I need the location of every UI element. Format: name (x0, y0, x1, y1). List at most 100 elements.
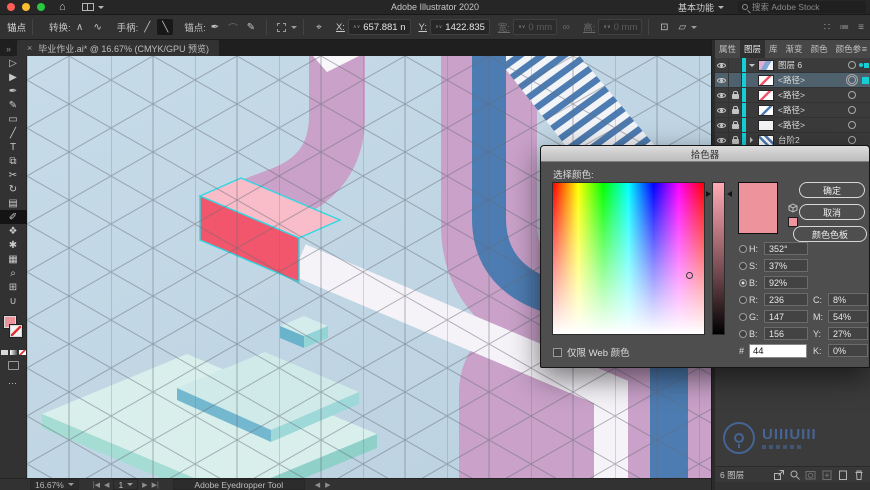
artboard-number-dropdown[interactable]: 1 (113, 479, 139, 490)
x-label[interactable]: X: (336, 22, 345, 33)
h-radio[interactable] (739, 244, 747, 253)
graph-tool[interactable]: ▦ (0, 252, 27, 266)
next-status-button[interactable]: ▶ (325, 481, 330, 489)
tab-properties[interactable]: 属性 (715, 40, 740, 58)
x-field[interactable]: ∧∨ 657.881 n (347, 19, 411, 35)
reference-point-icon[interactable]: ⌖ (311, 19, 327, 35)
b-value-field[interactable]: 92% (764, 276, 808, 289)
target-circle[interactable] (848, 61, 856, 69)
locate-object-icon[interactable] (789, 469, 801, 481)
first-artboard-button[interactable]: |◀ (93, 481, 100, 489)
layer-row[interactable]: <路径> (715, 118, 870, 133)
close-tab-icon[interactable]: × (27, 43, 32, 53)
isolate-selection-button[interactable] (274, 19, 290, 35)
tab-gradient[interactable]: 渐变 (782, 40, 807, 58)
y-label[interactable]: Y: (419, 22, 427, 33)
s-value-field[interactable]: 37% (764, 259, 808, 272)
lock-toggle[interactable] (729, 118, 742, 132)
layer-name[interactable]: <路径> (778, 104, 848, 116)
direct-selection-tool[interactable]: ▷ (0, 56, 27, 70)
lock-toggle[interactable] (729, 58, 742, 72)
make-mask-icon[interactable] (805, 469, 817, 481)
none-button[interactable] (18, 350, 26, 355)
y-value-field[interactable]: 27% (828, 327, 868, 340)
transform-button[interactable]: ⊡ (656, 19, 672, 35)
zoom-tool[interactable]: ⌕ (0, 266, 27, 280)
workspace-switcher[interactable]: 基本功能 (678, 1, 724, 14)
layer-name[interactable]: <路径> (778, 89, 848, 101)
visibility-toggle[interactable] (715, 118, 729, 132)
color-field-marker[interactable] (686, 272, 693, 279)
r-radio[interactable] (739, 295, 747, 304)
selection-tool[interactable]: ▶ (0, 70, 27, 84)
convert-smooth-button[interactable]: ∿ (90, 19, 106, 35)
search-input[interactable] (752, 2, 862, 12)
grid-options-icon[interactable]: ∷ (824, 22, 830, 33)
pencil-tool[interactable]: ╱ (0, 126, 27, 140)
stepper-icon[interactable]: ∧∨ (435, 25, 442, 30)
zoom-level-dropdown[interactable]: 16.67% (30, 479, 79, 490)
r-value-field[interactable]: 236 (764, 293, 808, 306)
cut-path-button[interactable]: ✎ (243, 19, 259, 35)
prev-artboard-button[interactable]: ◀ (104, 481, 109, 489)
free-transform-tool[interactable]: ⧉ (0, 154, 27, 168)
shear-button[interactable]: ▱ (674, 19, 690, 35)
y-field[interactable]: ∧∨ 1422.835 (429, 19, 490, 35)
pen-tool[interactable]: ✒ (0, 84, 27, 98)
link-dimensions-icon[interactable]: ∞ (558, 19, 574, 35)
tools-collapse-icon[interactable]: » (6, 44, 11, 54)
eyedropper-tool[interactable]: ✐ (0, 210, 27, 224)
g-radio[interactable] (739, 312, 747, 321)
b2-radio[interactable] (739, 329, 747, 338)
dialog-titlebar[interactable]: 拾色器 (541, 146, 869, 162)
layer-name[interactable]: <路径> (778, 119, 848, 131)
tab-layers[interactable]: 图层 (740, 40, 766, 58)
target-circle[interactable] (848, 136, 856, 144)
c-value-field[interactable]: 8% (828, 293, 868, 306)
artboard-tool[interactable]: ⊞ (0, 280, 27, 294)
expand-toggle[interactable] (746, 61, 757, 70)
scissors-tool[interactable]: ✂ (0, 168, 27, 182)
gradient-tool[interactable]: ▤ (0, 196, 27, 210)
last-artboard-button[interactable]: ▶| (152, 481, 159, 489)
next-artboard-button[interactable]: ▶ (142, 481, 147, 489)
b2-value-field[interactable]: 156 (764, 327, 808, 340)
visibility-toggle[interactable] (715, 88, 729, 102)
cancel-button[interactable]: 取消 (799, 204, 865, 220)
k-value-field[interactable]: 0% (828, 344, 868, 357)
target-circle[interactable] (848, 121, 856, 129)
stroke-swatch[interactable] (9, 325, 22, 337)
slider-arrow-left-icon[interactable] (706, 191, 711, 197)
hide-handles-button[interactable]: ╲ (157, 19, 174, 35)
h-value-field[interactable]: 352° (764, 242, 808, 255)
curvature-tool[interactable]: ✎ (0, 98, 27, 112)
slider-arrow-right-icon[interactable] (727, 191, 732, 197)
lock-toggle[interactable] (729, 88, 742, 102)
color-field[interactable] (552, 182, 705, 335)
m-value-field[interactable]: 54% (828, 310, 868, 323)
stepper-icon[interactable]: ∧∨ (353, 25, 360, 30)
tab-libraries[interactable]: 库 (765, 40, 782, 58)
b-radio[interactable] (739, 278, 747, 287)
layer-row[interactable]: <路径> (715, 103, 870, 118)
type-tool[interactable]: T (0, 140, 27, 154)
layer-name[interactable]: <路径> (778, 74, 848, 86)
new-sublayer-icon[interactable] (821, 469, 833, 481)
target-circle[interactable] (848, 106, 856, 114)
gradient-button[interactable] (9, 350, 17, 355)
rectangle-tool[interactable]: ▭ (0, 112, 27, 126)
visibility-toggle[interactable] (715, 58, 729, 72)
collect-export-icon[interactable] (773, 469, 785, 481)
layer-row[interactable]: 图层 6 (715, 58, 870, 73)
document-tab[interactable]: × 毕业作业.ai* @ 16.67% (CMYK/GPU 预览) (17, 40, 219, 56)
status-tool-display[interactable]: Adobe Eyedropper Tool (172, 479, 305, 490)
draw-mode-button[interactable] (7, 361, 19, 370)
lock-toggle[interactable] (729, 73, 742, 87)
align-options-icon[interactable]: ≔ (839, 22, 849, 33)
convert-corner-button[interactable]: ∧ (72, 19, 88, 35)
remove-anchor-button[interactable]: ✒ (207, 19, 223, 35)
s-radio[interactable] (739, 261, 747, 270)
tab-color-guide[interactable]: 颜色参 (832, 40, 866, 58)
hex-input[interactable] (749, 344, 807, 358)
tab-color[interactable]: 颜色 (807, 40, 832, 58)
